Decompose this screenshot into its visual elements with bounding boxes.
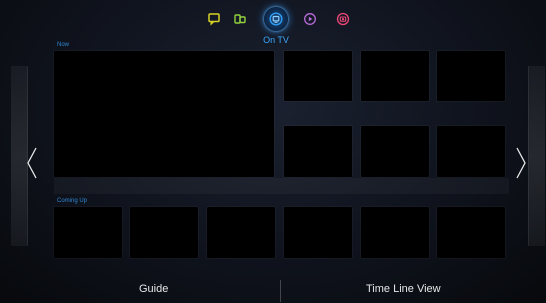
tv-icon[interactable] bbox=[264, 7, 288, 31]
coming-up-tile[interactable] bbox=[361, 207, 429, 258]
bottom-divider bbox=[280, 280, 281, 302]
coming-up-section-label: Coming Up bbox=[57, 198, 88, 204]
smart-hub-screen: On TV Now Coming Up Guide Time Line View bbox=[0, 0, 546, 303]
next-arrow-icon[interactable] bbox=[512, 146, 530, 180]
coming-up-tile[interactable] bbox=[284, 207, 352, 258]
now-tile[interactable] bbox=[361, 126, 429, 177]
apps-icon[interactable] bbox=[233, 12, 247, 26]
now-tile[interactable] bbox=[437, 126, 505, 177]
timeline-view-button[interactable]: Time Line View bbox=[366, 283, 441, 295]
coming-up-tile[interactable] bbox=[207, 207, 275, 258]
chat-icon[interactable] bbox=[207, 12, 221, 26]
now-tile[interactable] bbox=[361, 51, 429, 101]
now-featured-tile[interactable] bbox=[54, 51, 274, 177]
camera-icon[interactable] bbox=[336, 12, 350, 26]
row-divider-band bbox=[54, 178, 509, 194]
bottom-bar: Guide Time Line View bbox=[0, 274, 546, 303]
previous-arrow-icon[interactable] bbox=[23, 146, 41, 180]
guide-button[interactable]: Guide bbox=[139, 283, 168, 295]
now-tile[interactable] bbox=[284, 126, 352, 177]
coming-up-tile[interactable] bbox=[54, 207, 122, 258]
now-section-label: Now bbox=[57, 42, 70, 48]
active-nav-label: On TV bbox=[263, 35, 289, 45]
play-icon[interactable] bbox=[303, 12, 317, 26]
now-tile[interactable] bbox=[284, 51, 352, 101]
coming-up-tile[interactable] bbox=[130, 207, 198, 258]
next-page-panel bbox=[528, 66, 545, 246]
top-nav: On TV bbox=[196, 6, 356, 46]
now-tile[interactable] bbox=[437, 51, 505, 101]
coming-up-tile[interactable] bbox=[437, 207, 505, 258]
